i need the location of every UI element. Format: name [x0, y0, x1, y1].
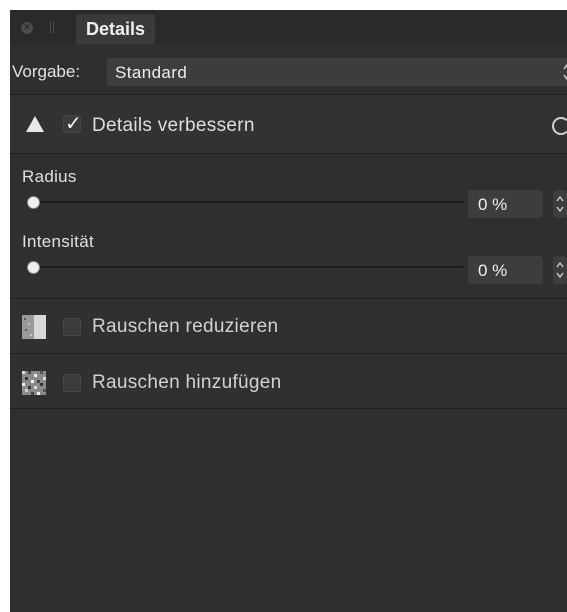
section-noise-add: Rauschen hinzufügen	[10, 354, 567, 408]
noise-reduce-label: Rauschen reduzieren	[92, 316, 279, 337]
reset-icon[interactable]	[552, 117, 567, 135]
section-noise-reduce: Rauschen reduzieren	[10, 299, 567, 353]
intensity-slider-knob[interactable]	[27, 261, 40, 274]
details-panel: × Details Vorgabe: Standard ✓ Details ve…	[10, 10, 567, 612]
preset-select[interactable]: Standard	[107, 58, 567, 86]
preset-value: Standard	[115, 63, 188, 82]
drag-handle[interactable]	[50, 21, 51, 33]
noise-add-icon	[22, 371, 46, 395]
noise-add-label: Rauschen hinzufügen	[92, 372, 282, 393]
radius-track[interactable]	[32, 201, 464, 203]
intensity-value-field[interactable]: 0 %	[468, 256, 543, 284]
radius-label: Radius	[22, 167, 77, 186]
section-label: Details verbessern	[92, 115, 255, 136]
intensity-label: Intensität	[22, 232, 94, 251]
noise-add-checkbox[interactable]	[63, 374, 81, 392]
intensity-track[interactable]	[32, 266, 464, 268]
radius-value: 0 %	[478, 195, 508, 214]
stepper-arrows-icon	[556, 195, 564, 213]
noise-reduce-icon	[22, 315, 46, 339]
radius-stepper[interactable]	[553, 190, 567, 218]
checkmark-icon: ✓	[65, 113, 82, 135]
divider	[10, 408, 567, 409]
radius-slider-knob[interactable]	[27, 196, 40, 209]
tab-details[interactable]: Details	[76, 14, 156, 44]
intensity-value: 0 %	[478, 261, 508, 280]
drag-handle-line	[53, 21, 54, 33]
preset-row: Vorgabe: Standard	[10, 56, 567, 89]
section-details-enhance: ✓ Details verbessern	[10, 95, 567, 153]
preset-label: Vorgabe:	[12, 62, 81, 81]
divider	[10, 153, 567, 154]
select-arrows-icon	[563, 63, 567, 81]
intensity-stepper[interactable]	[553, 256, 567, 284]
enhance-checkbox[interactable]: ✓	[63, 113, 82, 135]
noise-reduce-checkbox[interactable]	[63, 318, 81, 336]
radius-value-field[interactable]: 0 %	[468, 190, 543, 218]
close-icon[interactable]: ×	[21, 22, 33, 34]
stepper-arrows-icon	[556, 261, 564, 279]
triangle-icon	[26, 116, 44, 132]
panel-titlebar: × Details	[10, 10, 567, 44]
